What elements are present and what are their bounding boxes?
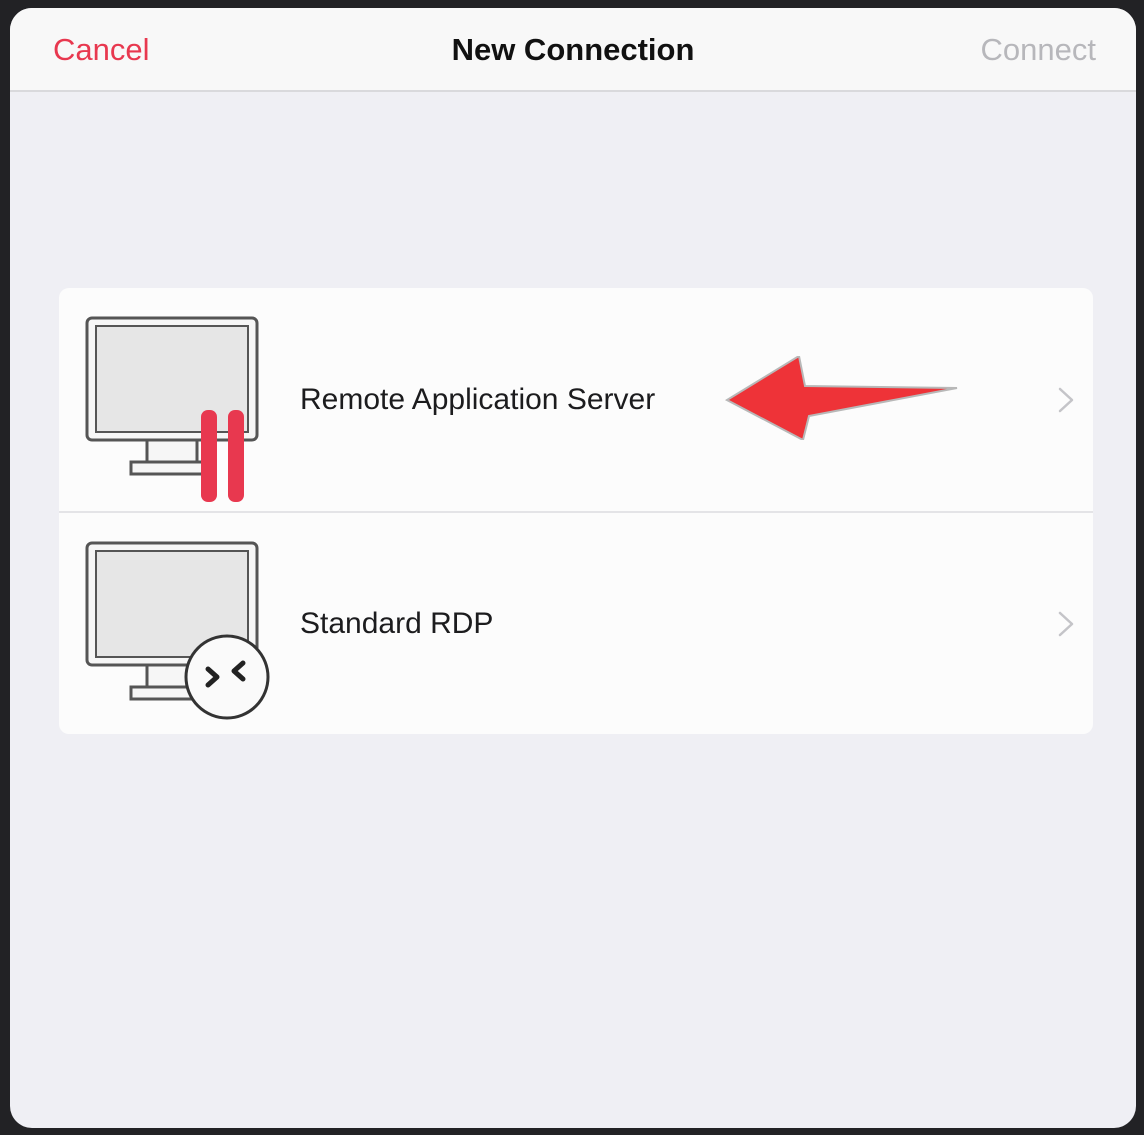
option-remote-application-server[interactable]: Remote Application Server: [59, 288, 1093, 511]
connect-button[interactable]: Connect: [981, 32, 1096, 68]
connection-type-list: Remote Application Server Standard RDP: [59, 288, 1093, 734]
page-title: New Connection: [451, 32, 695, 67]
navigation-bar: Cancel New Connection Connect: [10, 8, 1136, 92]
red-arrow-annotation: [724, 356, 958, 440]
option-label: Standard RDP: [300, 606, 494, 640]
new-connection-sheet: Cancel New Connection Connect Remote App…: [10, 8, 1136, 1128]
ras-monitor-icon: [85, 316, 259, 502]
rdp-monitor-icon: [85, 541, 270, 720]
chevron-right-icon: [1058, 387, 1074, 412]
chevron-right-icon: [1058, 611, 1074, 636]
option-label: Remote Application Server: [300, 382, 656, 416]
option-standard-rdp[interactable]: Standard RDP: [59, 511, 1093, 734]
